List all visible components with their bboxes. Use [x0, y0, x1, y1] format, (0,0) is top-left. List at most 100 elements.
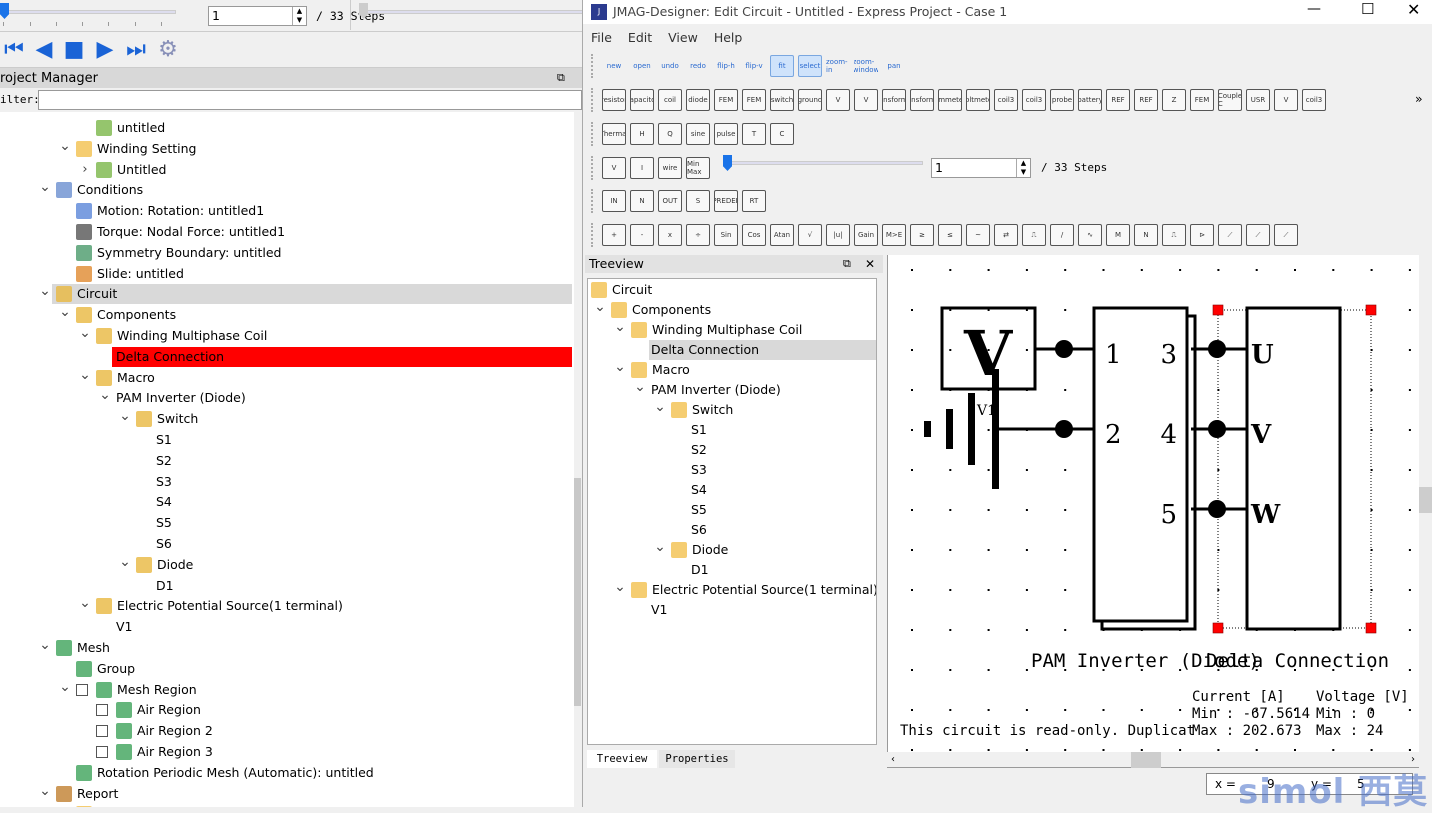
- tool-v-icon[interactable]: V: [854, 89, 878, 111]
- chevron-down-icon[interactable]: ⌄: [614, 317, 626, 337]
- tool-pulse-icon[interactable]: pulse: [714, 123, 738, 145]
- tool-v-icon[interactable]: V: [826, 89, 850, 111]
- tool-v-icon[interactable]: V: [602, 157, 626, 179]
- tool---icon[interactable]: ~: [966, 224, 990, 246]
- tree-item[interactable]: Air Region 2: [0, 721, 574, 741]
- tool---icon[interactable]: /: [1050, 224, 1074, 246]
- tool-transformer-icon[interactable]: transformer: [882, 89, 906, 111]
- toolbar-grip[interactable]: [591, 54, 594, 78]
- chevron-down-icon[interactable]: ⌄: [654, 537, 666, 557]
- tool-fem-icon[interactable]: FEM: [714, 89, 738, 111]
- tree-item[interactable]: S4: [588, 480, 876, 500]
- chevron-down-icon[interactable]: ⌄: [39, 635, 51, 655]
- tool-coil-icon[interactable]: coil: [658, 89, 682, 111]
- tool---icon[interactable]: ⇄: [994, 224, 1018, 246]
- circuit-step-slider[interactable]: [723, 155, 923, 181]
- checkbox[interactable]: [96, 746, 108, 758]
- tool-thermal-icon[interactable]: Thermal: [602, 123, 626, 145]
- tool-resistor-icon[interactable]: resistor: [602, 89, 626, 111]
- chevron-down-icon[interactable]: ⌄: [39, 781, 51, 801]
- tool-flip-h-icon[interactable]: flip-h: [714, 55, 738, 77]
- tool---icon[interactable]: -: [630, 224, 654, 246]
- chevron-down-icon[interactable]: ⌄: [79, 323, 91, 343]
- tool-fem-icon[interactable]: FEM: [1190, 89, 1214, 111]
- tool-n-icon[interactable]: N: [630, 190, 654, 212]
- tool-undo-icon[interactable]: undo: [658, 55, 682, 77]
- tool-diode-icon[interactable]: diode: [686, 89, 710, 111]
- tool-zoom-in-icon[interactable]: zoom-in: [826, 55, 850, 77]
- tool-s-icon[interactable]: S: [686, 190, 710, 212]
- tree-item[interactable]: › Untitled: [0, 160, 574, 180]
- chevron-down-icon[interactable]: ⌄: [119, 552, 131, 572]
- tool-couple-c-icon[interactable]: Couple C: [1218, 89, 1242, 111]
- tool-v-icon[interactable]: V: [1274, 89, 1298, 111]
- tree-item[interactable]: Torque: Nodal Force: untitled1: [0, 222, 574, 242]
- tool-predef-icon[interactable]: PREDEF: [714, 190, 738, 212]
- tool-sine-icon[interactable]: sine: [686, 123, 710, 145]
- play-icon[interactable]: ▶: [93, 36, 117, 62]
- tree-item[interactable]: Motion: Rotation: untitled1: [0, 201, 574, 221]
- tree-item[interactable]: S3: [0, 472, 574, 492]
- tool-ground-icon[interactable]: ground: [798, 89, 822, 111]
- tool-pan-icon[interactable]: pan: [882, 55, 906, 77]
- maximize-button[interactable]: ☐: [1361, 0, 1374, 18]
- tool-zoom-window-icon[interactable]: zoom-window: [854, 55, 878, 77]
- tool-capacitor-icon[interactable]: capacitor: [630, 89, 654, 111]
- tool--u--icon[interactable]: |u|: [826, 224, 850, 246]
- toolbar-grip[interactable]: [591, 122, 594, 146]
- tree-item[interactable]: V1: [588, 600, 876, 620]
- tree-item[interactable]: ⌄ PAM Inverter (Diode): [0, 385, 574, 408]
- tree-item[interactable]: ⌄ PAM Inverter (Diode): [588, 379, 876, 400]
- tree-item[interactable]: ⌄ Diode: [0, 552, 574, 575]
- tool-z-icon[interactable]: Z: [1162, 89, 1186, 111]
- chevron-down-icon[interactable]: ⌄: [79, 593, 91, 613]
- canvas-vertical-scrollbar[interactable]: [1419, 255, 1432, 752]
- tree-item[interactable]: untitled: [0, 118, 574, 138]
- tree-item[interactable]: ⌄ Mesh Region: [0, 677, 574, 700]
- tool-x-icon[interactable]: x: [658, 224, 682, 246]
- tree-item[interactable]: S6: [588, 520, 876, 540]
- slider-thumb[interactable]: [0, 3, 9, 19]
- tree-item[interactable]: ⌄ Conditions: [0, 179, 574, 200]
- tree-item[interactable]: S4: [0, 492, 574, 512]
- settings-gear-icon[interactable]: ⚙: [156, 36, 180, 62]
- tree-item[interactable]: S3: [588, 460, 876, 480]
- step-input[interactable]: 1 ▲ ▼: [208, 6, 307, 26]
- tree-item[interactable]: ⌄ Circuit: [39, 283, 572, 305]
- tool-rt-icon[interactable]: RT: [742, 190, 766, 212]
- tool-ammeter-icon[interactable]: ammeter: [938, 89, 962, 111]
- tool-transformer-icon[interactable]: transformer: [910, 89, 934, 111]
- menu-help[interactable]: Help: [714, 30, 743, 45]
- tool-h-icon[interactable]: H: [630, 123, 654, 145]
- checkbox[interactable]: [96, 725, 108, 738]
- toolbar-grip[interactable]: [591, 223, 594, 247]
- tool-cos-icon[interactable]: Cos: [742, 224, 766, 246]
- tool-atan-icon[interactable]: Atan: [770, 224, 794, 246]
- chevron-down-icon[interactable]: ⌄: [59, 136, 71, 156]
- chevron-down-icon[interactable]: ⌄: [59, 677, 71, 697]
- filter-input[interactable]: [38, 90, 582, 110]
- tree-item[interactable]: ⌄ Electric Potential Source(1 terminal): [0, 593, 574, 616]
- tool-c-icon[interactable]: C: [770, 123, 794, 145]
- menu-edit[interactable]: Edit: [628, 30, 652, 45]
- tool---icon[interactable]: ⎍: [1022, 224, 1046, 246]
- close-panel-icon[interactable]: ✕: [865, 255, 875, 273]
- tool-i-icon[interactable]: I: [630, 157, 654, 179]
- tree-item[interactable]: ⌄ Switch: [588, 399, 876, 420]
- toolbar-grip[interactable]: [591, 156, 594, 180]
- tool-coil3-icon[interactable]: coil3: [1302, 89, 1326, 111]
- secondary-slider[interactable]: [350, 0, 583, 30]
- tool-select-icon[interactable]: select: [798, 55, 822, 77]
- chevron-down-icon[interactable]: ⌄: [99, 385, 111, 405]
- tool-fit-icon[interactable]: fit: [770, 55, 794, 77]
- tool-new-icon[interactable]: new: [602, 55, 626, 77]
- tool-redo-icon[interactable]: redo: [686, 55, 710, 77]
- tree-item[interactable]: S2: [588, 440, 876, 460]
- tree-item[interactable]: ⌄ Diode: [588, 537, 876, 560]
- tool-wire-icon[interactable]: wire: [658, 157, 682, 179]
- first-step-icon[interactable]: ⏮: [2, 36, 26, 62]
- tree-item[interactable]: S6: [0, 534, 574, 554]
- tree-item[interactable]: ⌄ Macro: [588, 359, 876, 380]
- tree-item[interactable]: S5: [0, 513, 574, 533]
- tree-item[interactable]: ⌄ Components: [588, 299, 876, 320]
